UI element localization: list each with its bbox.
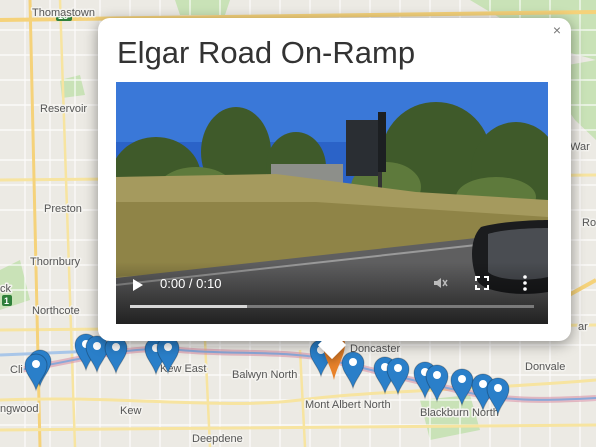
suburb-label-clifton-hill: Cli — [10, 364, 23, 376]
suburb-label-thornbury: Thornbury — [30, 256, 81, 268]
suburb-label-collingwood: ngwood — [0, 403, 39, 415]
video-player[interactable]: 0:00 / 0:10 — [116, 82, 548, 324]
video-time: 0:00 / 0:10 — [160, 276, 222, 291]
suburb-label-kew: Kew — [120, 405, 141, 417]
suburb-label-blackburn-north: Blackburn North — [420, 407, 499, 419]
suburb-label-northcote: Northcote — [32, 305, 80, 317]
more-options-icon[interactable] — [521, 274, 529, 292]
suburb-label-war: War — [570, 141, 590, 153]
play-icon[interactable] — [133, 279, 143, 291]
suburb-label-ar: ar — [578, 321, 588, 333]
suburb-label-deepdene: Deepdene — [192, 433, 243, 445]
suburb-label-donvale: Donvale — [525, 361, 565, 373]
popup-title: Elgar Road On-Ramp — [117, 35, 416, 70]
suburb-label-reservoir: Reservoir — [40, 103, 87, 115]
close-button[interactable]: × — [549, 22, 565, 38]
video-controls: 0:00 / 0:10 — [116, 262, 548, 324]
svg-text:1: 1 — [4, 296, 9, 306]
road-shield-1: 1 — [2, 295, 12, 306]
suburb-label-ro: Ro — [582, 217, 596, 229]
video-buffered — [130, 305, 248, 308]
suburb-label-mont-albert-north: Mont Albert North — [305, 399, 391, 411]
suburb-label-ck: ck — [0, 283, 12, 295]
suburb-label-preston: Preston — [44, 203, 82, 215]
fullscreen-icon[interactable] — [475, 276, 489, 290]
popup-tip-cover — [300, 326, 370, 341]
popup: × Elgar Road On-Ramp 0:00 / 0:10 — [98, 18, 571, 341]
volume-icon[interactable] — [432, 275, 448, 291]
suburb-label-balwyn-north: Balwyn North — [232, 369, 297, 381]
suburb-label-thomastown: Thomastown — [32, 7, 95, 19]
video-progress[interactable] — [130, 305, 534, 308]
